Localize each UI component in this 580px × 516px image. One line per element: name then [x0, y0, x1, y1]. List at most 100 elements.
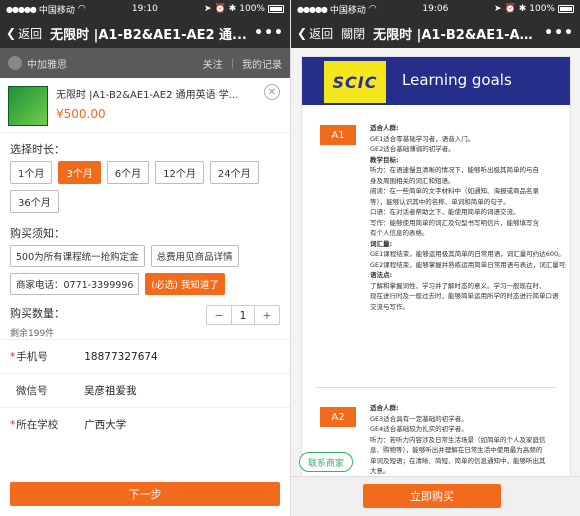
a2-line: 息、购物等），能够听出并理解在日常生活中使用最为高频的	[370, 446, 543, 454]
learning-goals-document: SCIC Learning goals A1 适合人群: GE1适合零基础学习者，…	[301, 56, 571, 516]
page-title: 无限时 |A1-B2&AE1-AE...	[373, 27, 539, 43]
required-mark: *	[10, 350, 16, 363]
duration-option-1m[interactable]: 1个月	[10, 161, 53, 184]
buy-now-button[interactable]: 立即购买	[363, 484, 501, 508]
a1-line: 阅读：在一些简单的文字材料中（如通知、海报或商品名录	[370, 187, 539, 195]
product-price: ¥500.00	[56, 107, 106, 121]
notice-total-fee[interactable]: 总费用见商品详情	[150, 245, 239, 267]
contact-merchant-button[interactable]: 联系商家	[299, 452, 353, 472]
phone-field[interactable]: * 手机号 18877327674	[0, 339, 290, 373]
school-label: 所在学校	[16, 419, 59, 431]
bluetooth-icon: ✱	[518, 4, 527, 14]
shop-name: 中加雅思	[27, 59, 67, 71]
duration-option-3m[interactable]: 3个月	[58, 161, 101, 184]
notice-merchant-phone[interactable]: 商家电话：0771-3399996	[10, 273, 140, 295]
quantity-value[interactable]: 1	[231, 306, 255, 324]
next-step-button[interactable]: 下一步	[10, 482, 280, 506]
close-icon[interactable]: ✕	[264, 84, 280, 100]
product-detail-screen: ●●●●● 中国移动 ◠ 19:06 ➤ ⏰ ✱ 100% ❮ 返回 關閉 无限…	[290, 0, 580, 516]
product-thumbnail	[8, 86, 48, 126]
chevron-left-icon: ❮	[297, 26, 308, 40]
nav-bar: ❮ 返回 關閉 无限时 |A1-B2&AE1-AE... •••	[291, 18, 580, 48]
phone-value[interactable]: 18877327674	[84, 351, 158, 363]
a2-line: 大意。	[370, 467, 390, 475]
chevron-left-icon: ❮	[6, 26, 17, 40]
my-records-link[interactable]: 我的记录	[242, 56, 282, 71]
battery-percent: 100%	[239, 4, 265, 14]
alarm-icon: ⏰	[504, 4, 516, 14]
notice-options: 500为所有课程统一抢购定金 总费用见商品详情 商家电话：0771-339999…	[0, 245, 290, 295]
notice-label: 购买须知：	[10, 227, 65, 240]
increment-button[interactable]: +	[255, 306, 279, 324]
duration-option-12m[interactable]: 12个月	[155, 161, 204, 184]
shop-avatar	[8, 56, 22, 70]
a2-line: GE4适合基础较为扎实的初学者。	[370, 425, 468, 433]
quantity-row: 购买数量： 剩余199件 − 1 +	[0, 295, 290, 339]
scic-logo: SCIC	[324, 61, 386, 103]
decrement-button[interactable]: −	[207, 306, 231, 324]
a2-description: 适合人群: GE3适合具有一定基础的初学者。 GE4适合基础较为扎实的初学者。 听力：…	[370, 403, 566, 487]
back-label: 返回	[18, 26, 43, 41]
a2-line: GE3适合具有一定基础的初学者。	[370, 414, 468, 423]
a1-line: 教学目标:	[370, 155, 399, 164]
battery-icon	[267, 5, 284, 13]
duration-option-6m[interactable]: 6个月	[106, 161, 150, 184]
wifi-icon: ◠	[368, 4, 377, 14]
level-badge-a1: A1	[320, 125, 356, 145]
battery-percent: 100%	[529, 4, 555, 14]
detail-content[interactable]: SCIC Learning goals A1 适合人群: GE1适合零基础学习者，…	[291, 48, 580, 516]
school-field[interactable]: * 所在学校 广西大学	[0, 407, 290, 441]
school-value[interactable]: 广西大学	[84, 417, 126, 432]
shop-header: 中加雅思 关注 | 我的记录	[0, 48, 290, 78]
back-button[interactable]: ❮ 返回	[297, 25, 333, 42]
duration-label: 选择时长：	[10, 143, 65, 156]
page-title: 无限时 |A1-B2&AE1-AE2 通...	[50, 27, 247, 43]
a1-line: 语法点:	[370, 271, 393, 279]
quantity-label: 购买数量：	[10, 307, 65, 320]
wechat-label: 微信号	[16, 385, 48, 397]
a1-line: 交流与写作。	[370, 302, 409, 311]
signal-icon: ●●●●●	[297, 4, 328, 14]
quantity-stepper: − 1 +	[206, 305, 280, 325]
duration-option-24m[interactable]: 24个月	[209, 161, 259, 184]
a1-description: 适合人群: GE1适合零基础学习者，语音入门。 GE2适合基础薄弱的初学者。 教学目标…	[370, 123, 566, 312]
a1-line: 适合人群:	[370, 124, 399, 132]
notice-acknowledge[interactable]: (必选) 我知道了	[145, 273, 225, 295]
more-menu-icon[interactable]: •••	[544, 25, 574, 41]
clock: 19:10	[131, 4, 158, 14]
carrier-label: 中国移动	[329, 5, 366, 16]
location-icon: ➤	[203, 4, 212, 14]
stock-remaining: 剩余199件	[10, 329, 55, 339]
product-summary: 无限时 |A1-B2&AE1-AE2 通用英语 学... ¥500.00 ✕	[0, 78, 290, 133]
status-bar: ●●●●● 中国移动 ◠ 19:10 ➤ ⏰ ✱ 100%	[0, 0, 290, 18]
duration-options: 1个月 3个月 6个月 12个月 24个月 36个月	[0, 161, 290, 213]
battery-icon	[557, 5, 574, 13]
wechat-field[interactable]: 微信号 吴彦祖爱我	[0, 373, 290, 407]
doc-banner: SCIC Learning goals	[302, 57, 570, 105]
a2-line: 适合人群:	[370, 404, 399, 412]
follow-link[interactable]: 关注	[203, 56, 223, 71]
a1-line: GE2课程结束，能够掌握并熟练运用简单日常用语与表达，词汇量可约达1100。	[370, 260, 566, 269]
close-page-button[interactable]: 關閉	[341, 25, 365, 42]
duration-option-36m[interactable]: 36个月	[10, 190, 59, 213]
a2-line: 单词及短语；在清晰、简短、简单的信息通知中，能够听出其	[370, 456, 546, 465]
status-bar: ●●●●● 中国移动 ◠ 19:06 ➤ ⏰ ✱ 100%	[291, 0, 580, 18]
a1-line: GE1适合零基础学习者，语音入门。	[370, 134, 475, 143]
a1-line: 有个人信息的表格。	[370, 229, 429, 237]
wifi-icon: ◠	[77, 4, 86, 14]
bluetooth-icon: ✱	[228, 4, 237, 14]
a1-line: 听力：在语速慢且清晰的情况下，能够听出极其简单的与自	[370, 166, 539, 174]
more-menu-icon[interactable]: •••	[254, 25, 284, 41]
a1-line: 写作：能够使用简单的词汇及句型书写明信片，能够填写含	[370, 218, 539, 227]
a1-line: GE1课程结束，能够运用极其简单的日常用语，词汇量可约达600。	[370, 250, 565, 258]
a1-line: 现在进行时及一般过去时，能够简单运用所学的时态进行简单口语	[370, 292, 559, 300]
location-icon: ➤	[493, 4, 502, 14]
banner-title: Learning goals	[402, 71, 512, 89]
wechat-value[interactable]: 吴彦祖爱我	[84, 383, 137, 398]
clock: 19:06	[422, 4, 449, 14]
order-screen: ●●●●● 中国移动 ◠ 19:10 ➤ ⏰ ✱ 100% ❮ 返回 无限时 |…	[0, 0, 290, 516]
a1-line: GE2适合基础薄弱的初学者。	[370, 145, 455, 153]
back-button[interactable]: ❮ 返回	[6, 25, 42, 42]
a1-line: 等），能够认识其中的名称、单词和简单的句子。	[370, 197, 510, 206]
notice-deposit[interactable]: 500为所有课程统一抢购定金	[10, 245, 145, 267]
